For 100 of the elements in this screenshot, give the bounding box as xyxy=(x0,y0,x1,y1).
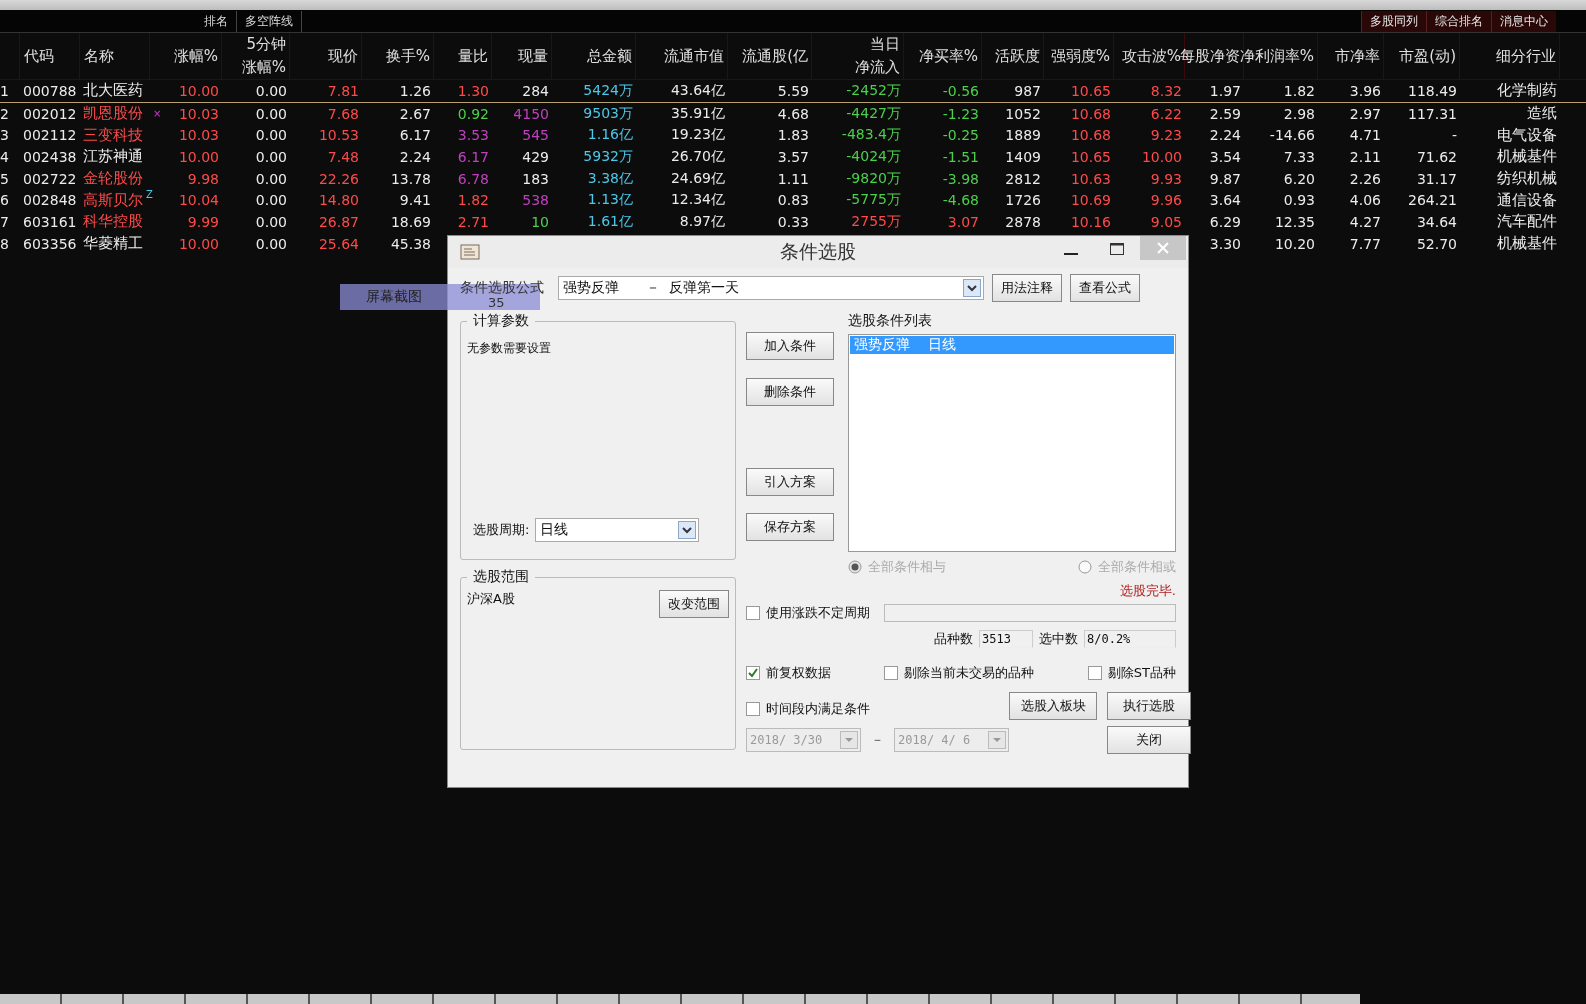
column-header[interactable]: 5分钟 xyxy=(246,35,286,54)
table-cell: 9.23 xyxy=(1150,127,1182,144)
formula-dropdown[interactable]: 强势反弹 － 反弹第一天 xyxy=(558,276,984,300)
column-header[interactable]: 净流入 xyxy=(855,58,900,77)
table-cell: 9.87 xyxy=(1209,170,1241,187)
toolbar-link[interactable]: 消息中心 xyxy=(1491,10,1556,32)
column-header[interactable]: 换手% xyxy=(385,46,430,66)
table-cell: 6.22 xyxy=(1150,105,1182,122)
table-cell: 1.13亿 xyxy=(587,191,633,210)
group-title: 选股范围 xyxy=(472,568,530,586)
table-cell: 10.53 xyxy=(318,127,359,144)
dialog-button[interactable]: 引入方案 xyxy=(746,468,834,496)
table-cell: 6 xyxy=(0,192,9,209)
flag-mark: Z xyxy=(146,189,153,201)
period-input-field[interactable] xyxy=(884,604,1176,622)
column-header[interactable]: 净买率% xyxy=(918,46,978,66)
table-cell: -4.68 xyxy=(942,192,979,209)
column-header[interactable]: 当日 xyxy=(870,35,900,54)
column-header[interactable]: 量比 xyxy=(458,46,488,66)
table-cell: 4.68 xyxy=(777,105,809,122)
toolbar-link[interactable]: 多股同列 xyxy=(1361,10,1426,32)
table-cell: 14.80 xyxy=(318,192,359,209)
table-cell: 0.00 xyxy=(255,105,287,122)
checkbox-option[interactable]: 使用涨跌不定周期 xyxy=(746,604,870,622)
change-scope-button[interactable]: 改变范围 xyxy=(659,590,729,618)
table-cell: 1.16亿 xyxy=(587,126,633,145)
column-header[interactable]: 强弱度% xyxy=(1050,46,1110,66)
column-header[interactable]: 代码 xyxy=(24,46,54,66)
checkbox-option[interactable]: 前复权数据 xyxy=(746,664,831,682)
table-cell: 3.53 xyxy=(457,127,489,144)
table-cell: 7.68 xyxy=(327,105,359,122)
table-cell: 2.59 xyxy=(1209,105,1241,122)
table-cell: 纺织机械 xyxy=(1497,169,1557,189)
table-cell: 538 xyxy=(522,192,549,209)
checkbox-option[interactable]: 剔除ST品种 xyxy=(1087,664,1176,682)
dialog-title: 条件选股 xyxy=(779,239,857,264)
table-cell: 0.00 xyxy=(255,235,287,252)
column-header[interactable]: 市盈(动) xyxy=(1399,46,1456,66)
table-cell: 1.30 xyxy=(457,82,489,99)
column-header[interactable]: 名称 xyxy=(84,46,114,66)
table-cell: 9.41 xyxy=(399,192,431,209)
checkbox-option[interactable]: 时间段内满足条件 xyxy=(746,700,1009,718)
params-note: 无参数需要设置 xyxy=(467,340,552,357)
dialog-button[interactable]: 删除条件 xyxy=(746,378,834,406)
column-header[interactable]: 活跃度 xyxy=(995,46,1040,66)
table-cell: 0.00 xyxy=(255,213,287,230)
column-header[interactable]: 流通股(亿 xyxy=(742,46,808,66)
column-header[interactable]: 攻击波% xyxy=(1121,46,1181,66)
table-cell: 183 xyxy=(522,170,549,187)
bottom-tab-strip[interactable] xyxy=(0,994,1360,1004)
table-cell: -1.51 xyxy=(942,148,979,165)
column-header[interactable]: 涨幅% xyxy=(173,46,218,66)
dialog-button[interactable]: 执行选股 xyxy=(1107,692,1191,720)
toolbar-tab[interactable]: 多空阵线 xyxy=(237,10,302,32)
table-cell: 1 xyxy=(0,82,9,99)
table-cell: 603356 xyxy=(23,235,77,252)
table-cell: 10.00 xyxy=(178,82,219,99)
column-header[interactable]: 流通市值 xyxy=(664,46,724,66)
table-cell: 1.82 xyxy=(457,192,489,209)
list-title: 选股条件列表 xyxy=(848,312,933,330)
column-header[interactable]: 总金额 xyxy=(587,46,632,66)
table-cell: 10.68 xyxy=(1070,105,1111,122)
tooltip-value: 35 xyxy=(488,294,505,310)
table-cell: 北大医药 xyxy=(83,81,143,101)
period-dropdown[interactable]: 日线 xyxy=(535,518,700,542)
flag-mark: × xyxy=(153,108,162,120)
column-header[interactable]: 涨幅% xyxy=(241,58,286,77)
table-cell: -3.98 xyxy=(942,170,979,187)
column-header[interactable]: 每股净资 xyxy=(1180,46,1240,66)
column-header[interactable]: 净利润率% xyxy=(1239,46,1314,66)
table-cell: 金轮股份 xyxy=(83,169,143,189)
table-cell: -4427万 xyxy=(846,104,901,123)
table-cell: 1052 xyxy=(1005,105,1041,122)
table-cell: 603161 xyxy=(23,213,77,230)
table-cell: 000788 xyxy=(23,82,77,99)
table-cell: 10.00 xyxy=(178,235,219,252)
dialog-button[interactable]: 加入条件 xyxy=(746,332,834,360)
toolbar-tab[interactable]: 排名 xyxy=(196,10,237,32)
column-header[interactable]: 现量 xyxy=(518,46,548,66)
column-header[interactable]: 市净率 xyxy=(1335,46,1380,66)
table-cell: 0.33 xyxy=(777,213,809,230)
column-header[interactable]: 细分行业 xyxy=(1496,46,1556,66)
dialog-button[interactable]: 关闭 xyxy=(1107,726,1191,754)
checkbox-option[interactable]: 剔除当前未交易的品种 xyxy=(884,664,1035,682)
selected-row[interactable]: 1 000788 北大医药 10.00 0.00 7.81 1.26 1.30 284 5424万 43.64亿 5.59 -2452万 -0.56 987 10.65 8.32 1.97 1.82 3.96 118.49 化学制药 xyxy=(0,80,1586,103)
table-cell: 3.57 xyxy=(777,148,809,165)
table-cell: 002012 xyxy=(23,105,77,122)
table-cell: 002112 xyxy=(23,127,77,144)
table-cell: 3.64 xyxy=(1209,192,1241,209)
column-header[interactable]: 现价 xyxy=(328,46,358,66)
tooltip-text: 屏幕截图 xyxy=(366,288,422,306)
table-cell: 9.98 xyxy=(187,170,219,187)
dialog-button[interactable]: 选股入板块 xyxy=(1009,692,1097,720)
dialog-button[interactable]: 保存方案 xyxy=(746,513,834,541)
toolbar-link[interactable]: 综合排名 xyxy=(1426,10,1491,32)
table-cell: 0.92 xyxy=(457,105,489,122)
table-cell: -14.66 xyxy=(1269,127,1315,144)
table-cell: -0.25 xyxy=(942,127,979,144)
dialog-button[interactable]: 用法注释 xyxy=(992,274,1062,302)
dialog-button[interactable]: 查看公式 xyxy=(1070,274,1140,302)
